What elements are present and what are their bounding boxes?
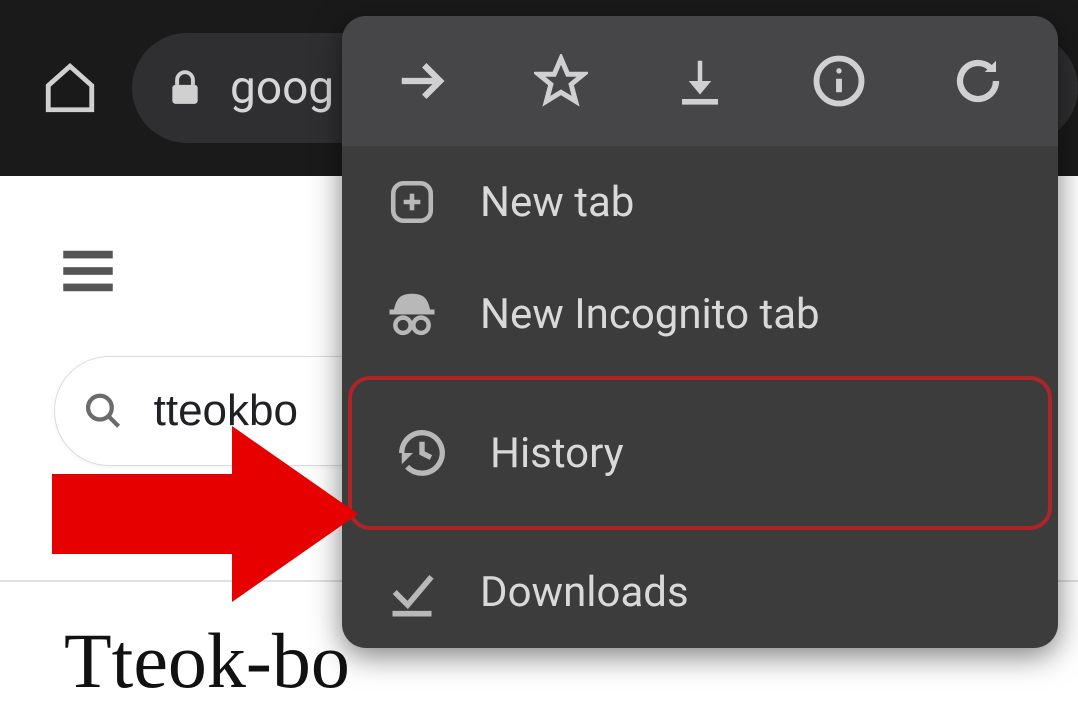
- omnibox-text: goog: [230, 61, 334, 115]
- history-icon: [394, 425, 450, 481]
- hamburger-button[interactable]: [56, 244, 120, 298]
- home-icon: [41, 59, 99, 117]
- plus-square-icon: [384, 174, 440, 230]
- menu-item-downloads[interactable]: Downloads: [342, 536, 1058, 648]
- forward-button[interactable]: [390, 49, 454, 113]
- page-title: Tteok-bo: [64, 616, 350, 706]
- star-icon: [534, 54, 588, 108]
- menu-item-label: Downloads: [480, 568, 689, 617]
- incognito-icon: [384, 286, 440, 342]
- menu-item-new-tab[interactable]: New tab: [342, 146, 1058, 258]
- info-icon: [812, 54, 866, 108]
- menu-item-label: New Incognito tab: [480, 290, 820, 339]
- info-button[interactable]: [807, 49, 871, 113]
- reload-icon: [951, 54, 1005, 108]
- menu-action-row: [342, 16, 1058, 146]
- arrow-right-icon: [395, 54, 449, 108]
- menu-item-history[interactable]: History: [348, 376, 1052, 530]
- bookmark-button[interactable]: [529, 49, 593, 113]
- overflow-menu: New tab New Incognito tab History: [342, 16, 1058, 648]
- download-icon: [673, 54, 727, 108]
- reload-button[interactable]: [946, 49, 1010, 113]
- hamburger-icon: [56, 244, 120, 298]
- menu-item-label: History: [490, 429, 624, 478]
- menu-item-incognito[interactable]: New Incognito tab: [342, 258, 1058, 370]
- checkmark-underline-icon: [384, 564, 440, 620]
- search-icon: [83, 389, 124, 433]
- home-button[interactable]: [38, 56, 102, 120]
- download-button[interactable]: [668, 49, 732, 113]
- menu-item-label: New tab: [480, 178, 634, 227]
- lock-icon: [166, 65, 204, 111]
